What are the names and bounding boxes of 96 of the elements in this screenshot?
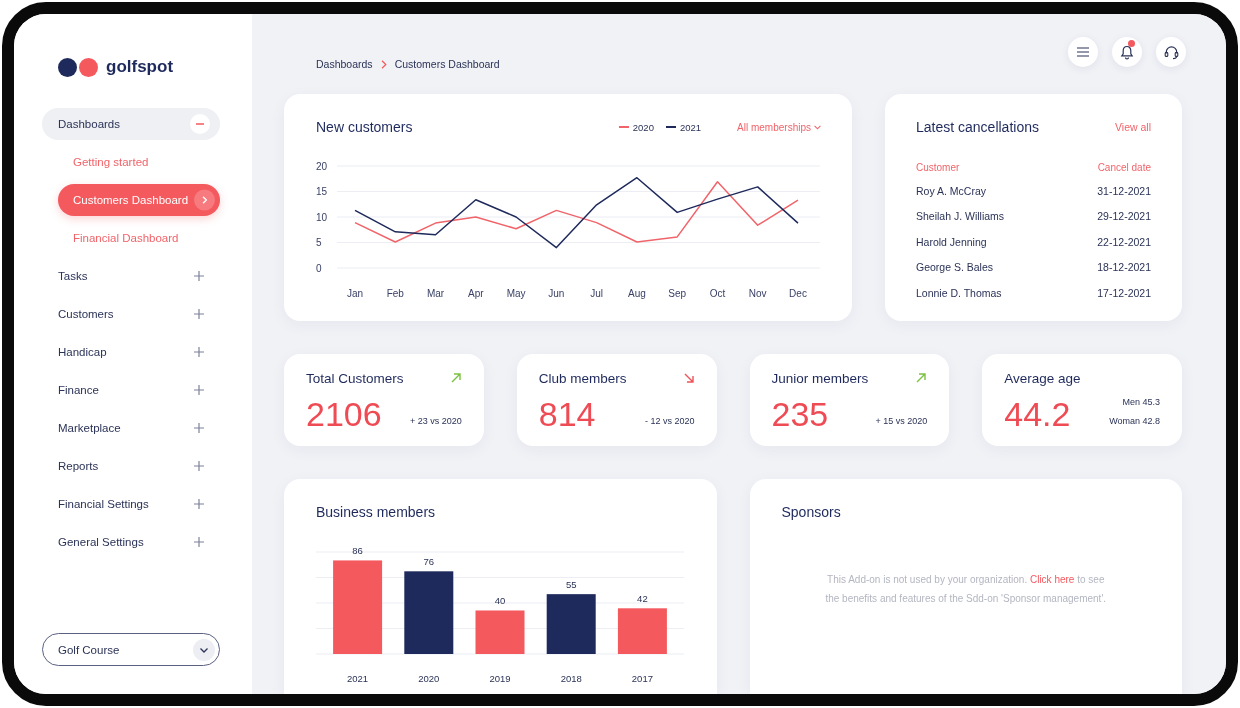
breadcrumb-link[interactable]: Dashboards xyxy=(316,57,373,71)
axis-label: Aug xyxy=(628,288,646,299)
stat-value: 814 xyxy=(538,396,596,432)
bar-value-label: 86 xyxy=(352,545,363,557)
minus-icon xyxy=(190,114,210,134)
nav-item[interactable]: Reports xyxy=(42,450,220,482)
plus-icon xyxy=(194,271,204,281)
plus-icon xyxy=(194,347,204,357)
axis-label: Nov xyxy=(748,288,767,299)
axis-label: Jun xyxy=(548,288,565,299)
legend-line-icon xyxy=(618,126,629,128)
chevron-right-icon xyxy=(380,59,387,69)
bar-value-label: 40 xyxy=(494,595,506,607)
table-cell: Lonnie D. Thomas xyxy=(916,286,1002,299)
nav-item[interactable]: Customers xyxy=(42,298,220,330)
nav-item[interactable]: Tasks xyxy=(42,260,220,292)
chevron-right-icon xyxy=(194,189,215,211)
chevron-down-icon xyxy=(814,124,821,130)
card-title: Sponsors xyxy=(781,503,842,521)
table-cell: Harold Jenning xyxy=(916,235,987,248)
stat-label: Average age xyxy=(1004,370,1081,386)
legend-label: 2021 xyxy=(679,121,702,133)
menu-button[interactable] xyxy=(1068,37,1098,67)
table-cell: 18-12-2021 xyxy=(1097,261,1151,274)
axis-label: Feb xyxy=(386,288,404,299)
table-cell: 29-12-2021 xyxy=(1097,210,1151,223)
breadcrumb-current: Customers Dashboard xyxy=(394,57,500,71)
chart-bar xyxy=(546,594,596,654)
plus-icon xyxy=(194,309,204,319)
axis-label: 2019 xyxy=(489,673,511,684)
bell-icon xyxy=(1120,44,1134,60)
bar-value-label: 55 xyxy=(565,579,577,591)
axis-label: Oct xyxy=(709,288,726,299)
column-header: Customer xyxy=(916,161,960,173)
sponsor-message: This Add-on is not used by your organization. Click here to see the benefits and features of the Sdd-on 'Sponsor management'. xyxy=(824,573,1108,606)
table-cell: 17-12-2021 xyxy=(1097,286,1151,299)
notifications-button[interactable] xyxy=(1112,37,1142,67)
bar-value-label: 76 xyxy=(423,556,435,568)
card-title: New customers xyxy=(316,118,413,136)
plus-icon xyxy=(194,461,204,471)
nav-item[interactable]: General Settings xyxy=(42,526,220,558)
card-title: Latest cancellations xyxy=(916,118,1039,136)
axis-label: Jul xyxy=(590,288,604,299)
chart-bar xyxy=(617,608,667,654)
stat-value: 2106 xyxy=(306,396,382,432)
axis-label: 0 xyxy=(316,262,322,274)
stat-change: + 15 vs 2020 xyxy=(875,416,928,426)
nav-item[interactable]: Financial Settings xyxy=(42,488,220,520)
table-cell: Sheilah J. Williams xyxy=(916,210,1005,223)
axis-label: Dec xyxy=(789,288,807,299)
plus-icon xyxy=(194,537,204,547)
axis-label: 2020 xyxy=(418,673,440,684)
table-cell: Roy A. McCray xyxy=(916,184,986,197)
stat-value: 44.2 xyxy=(1004,396,1071,432)
stat-breakdown: Woman 42.8 xyxy=(1109,414,1160,427)
legend-line-icon xyxy=(665,126,676,128)
chart-bar xyxy=(475,610,525,654)
table-cell: 22-12-2021 xyxy=(1097,235,1151,248)
axis-label: May xyxy=(506,288,526,299)
stat-label: Club members xyxy=(538,370,627,386)
stat-change: - 12 vs 2020 xyxy=(644,416,695,426)
headset-icon xyxy=(1163,44,1179,60)
column-header: Cancel date xyxy=(1097,161,1151,173)
stat-change: + 23 vs 2020 xyxy=(409,416,462,426)
plus-icon xyxy=(194,423,204,433)
table-cell: George S. Bales xyxy=(916,261,994,274)
axis-label: Sep xyxy=(668,288,687,299)
axis-label: 20 xyxy=(316,160,328,172)
nav-item[interactable]: Marketplace xyxy=(42,412,220,444)
axis-label: 10 xyxy=(316,211,328,223)
logo-icon xyxy=(58,57,98,77)
nav-item[interactable]: Dashboards xyxy=(42,108,220,140)
bar-value-label: 42 xyxy=(637,593,648,605)
stat-breakdown: Men 45.3 xyxy=(1122,395,1160,408)
axis-label: 5 xyxy=(316,237,322,249)
plus-icon xyxy=(194,385,204,395)
axis-label: Mar xyxy=(426,288,445,299)
axis-label: 15 xyxy=(316,186,328,198)
legend-label: 2020 xyxy=(632,121,654,133)
brand-name: golfspot xyxy=(106,57,174,77)
axis-label: 2018 xyxy=(560,673,582,684)
axis-label: Apr xyxy=(468,288,484,299)
axis-label: 2021 xyxy=(347,673,369,684)
table-cell: 31-12-2021 xyxy=(1097,184,1151,197)
axis-label: Jan xyxy=(346,288,364,299)
card-title: Business members xyxy=(316,503,437,521)
nav-item[interactable]: Finance xyxy=(42,374,220,406)
support-button[interactable] xyxy=(1156,37,1186,67)
stat-label: Junior members xyxy=(771,370,869,386)
stat-value: 235 xyxy=(771,396,829,432)
axis-label: 2017 xyxy=(631,673,653,684)
menu-icon xyxy=(1077,47,1089,57)
chevron-down-icon xyxy=(193,638,215,661)
nav-item[interactable]: Handicap xyxy=(42,336,220,368)
stat-label: Total Customers xyxy=(306,370,404,386)
plus-icon xyxy=(194,499,204,509)
